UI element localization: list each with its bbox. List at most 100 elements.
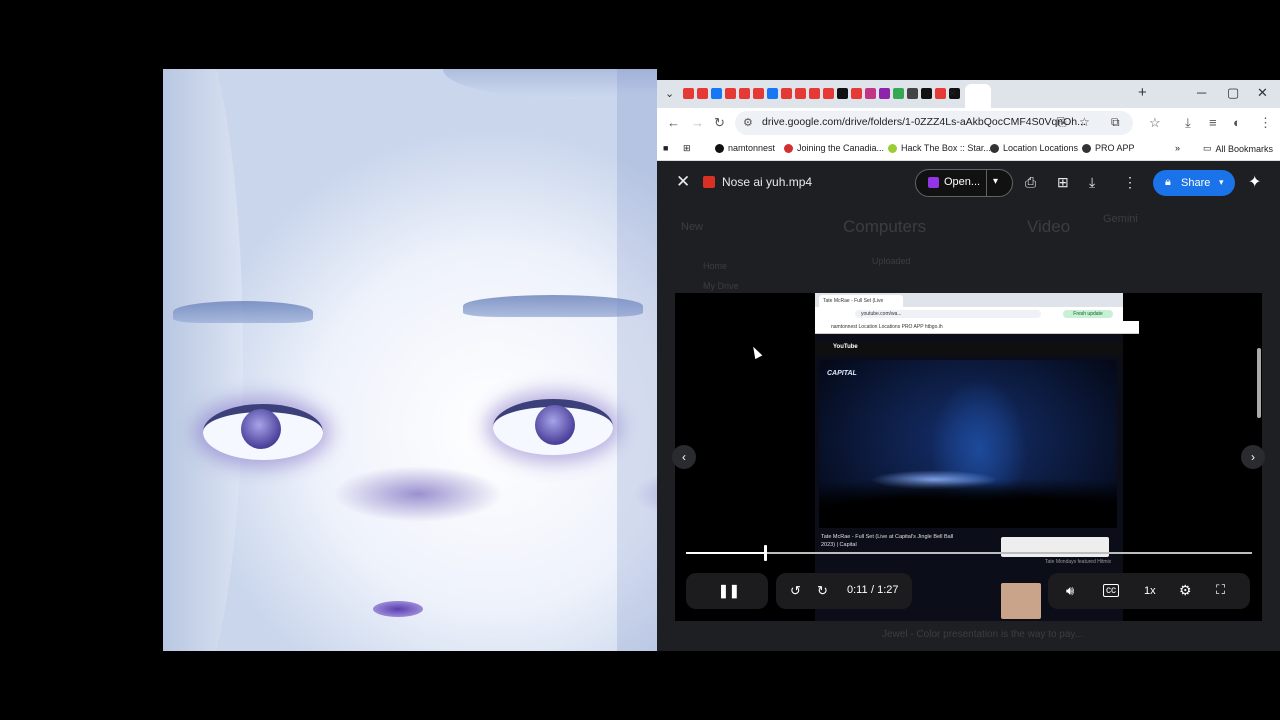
active-tab[interactable] xyxy=(965,84,991,108)
video-file-icon xyxy=(703,176,715,188)
more-options-icon[interactable]: ⋮ xyxy=(1123,174,1137,191)
portrait-iris-right xyxy=(535,405,575,445)
install-app-icon[interactable]: ⎘ xyxy=(1057,115,1067,130)
avatar[interactable]: ◐ xyxy=(1233,115,1241,130)
open-with-button[interactable]: Open... ▾ xyxy=(915,169,1013,197)
portrait-edge xyxy=(617,69,657,651)
gemini-sparkle-icon[interactable]: ✦ xyxy=(1248,172,1261,192)
add-comment-icon[interactable]: ⊞ xyxy=(1057,174,1069,191)
pinned-tab-favicon[interactable] xyxy=(795,88,806,99)
video-player[interactable]: Tate McRae - Full Set (Live youtube.com/… xyxy=(675,293,1262,621)
forward-icon[interactable]: → xyxy=(691,115,704,130)
app-icon xyxy=(928,177,939,188)
back-icon[interactable]: ← xyxy=(667,115,680,130)
nav-my-drive: My Drive xyxy=(703,281,739,291)
bookmarks-overflow-icon[interactable]: » xyxy=(1175,143,1180,153)
pinned-tab-favicon[interactable] xyxy=(809,88,820,99)
pinned-tab-favicon[interactable] xyxy=(907,88,918,99)
pinned-tab-favicon[interactable] xyxy=(683,88,694,99)
download-icon[interactable]: ⤓ xyxy=(1185,115,1191,131)
captions-icon[interactable]: cc xyxy=(1103,584,1119,597)
all-bookmarks-label: All Bookmarks xyxy=(1215,143,1274,154)
pinned-tab-favicon[interactable] xyxy=(893,88,904,99)
pinned-tab-favicon[interactable] xyxy=(697,88,708,99)
duration: / 1:27 xyxy=(871,584,899,596)
previous-arrow-icon[interactable]: ‹ xyxy=(672,445,696,469)
lock-icon: 🔒︎ xyxy=(1165,176,1171,188)
inner-video-title: Tate McRae - Full Set (Live at Capital's… xyxy=(821,534,954,548)
forward-10-icon[interactable]: ↻ xyxy=(817,583,828,599)
apps-grid-icon[interactable]: ⊞ xyxy=(683,143,691,154)
download-file-icon[interactable]: ⤓ xyxy=(1089,174,1095,191)
pinned-tab-favicon[interactable] xyxy=(851,88,862,99)
chevron-down-icon[interactable]: ▾ xyxy=(1219,177,1224,188)
bookmarks-star-icon[interactable]: ☆ xyxy=(1149,115,1161,131)
pinned-tab-favicon[interactable] xyxy=(725,88,736,99)
portrait-brow-right xyxy=(463,295,643,317)
site-info-icon[interactable]: ⚙ xyxy=(743,116,753,129)
pinned-tab-favicon[interactable] xyxy=(711,88,722,99)
all-bookmarks[interactable]: ▭ All Bookmarks xyxy=(1203,143,1273,154)
bookmark-item[interactable]: Hack The Box :: Star... xyxy=(888,143,991,153)
github-icon xyxy=(715,143,724,153)
breadcrumb-video: Video xyxy=(1027,217,1071,236)
bookmark-item[interactable]: Location Locations xyxy=(990,143,1078,153)
rewind-10-icon[interactable]: ↺ xyxy=(790,583,801,599)
breadcrumb-computers: Computers xyxy=(843,217,927,236)
pinned-tab-favicon[interactable] xyxy=(837,88,848,99)
pinned-tab-favicon[interactable] xyxy=(739,88,750,99)
portrait-hair-left xyxy=(163,69,243,651)
reload-icon[interactable]: ↻ xyxy=(714,115,725,131)
pinned-tab-favicon[interactable] xyxy=(767,88,778,99)
chevron-down-icon[interactable]: ▾ xyxy=(993,176,998,187)
bookmark-square-icon[interactable]: ■ xyxy=(663,143,668,153)
settings-gear-icon[interactable]: ⚙ xyxy=(1179,582,1192,599)
extensions-icon[interactable]: ⧉ xyxy=(1111,115,1120,130)
bookmark-label: PRO APP xyxy=(1095,143,1135,153)
pinned-tab-favicon[interactable] xyxy=(921,88,932,99)
bookmark-item[interactable]: PRO APP xyxy=(1082,143,1135,153)
inner-concert-stage: CAPITAL xyxy=(819,360,1117,528)
tab-close-icon[interactable]: × xyxy=(949,86,956,100)
address-bar[interactable]: ⚙ drive.google.com/drive/folders/1-0ZZZ4… xyxy=(735,111,1133,135)
next-arrow-icon[interactable]: › xyxy=(1241,445,1265,469)
pinned-tab-favicon[interactable] xyxy=(823,88,834,99)
new-tab-button[interactable]: + xyxy=(1138,84,1147,101)
close-preview-icon[interactable]: ✕ xyxy=(676,172,690,192)
minimize-button[interactable]: ─ xyxy=(1197,85,1206,100)
close-window-button[interactable]: ✕ xyxy=(1257,85,1268,101)
pinned-tab-favicon[interactable] xyxy=(879,88,890,99)
volume-icon[interactable]: 🔊︎ xyxy=(1066,583,1074,599)
seek-bar[interactable] xyxy=(686,545,1252,561)
reading-list-icon[interactable]: ≡ xyxy=(1209,115,1217,130)
bookmark-label: Joining the Canadia... xyxy=(797,143,885,153)
background-portrait-image xyxy=(163,69,657,651)
share-button[interactable]: 🔒︎ Share ▾ xyxy=(1153,170,1235,196)
bookmark-star-icon[interactable]: ☆ xyxy=(1079,115,1090,129)
maximize-button[interactable]: ▢ xyxy=(1227,85,1239,101)
inner-url: youtube.com/wa... xyxy=(855,310,1041,318)
tab-search-chevron-icon[interactable]: ⌄ xyxy=(665,87,674,100)
pinned-tab-favicon[interactable] xyxy=(865,88,876,99)
pinned-tab-favicon[interactable] xyxy=(753,88,764,99)
fullscreen-icon[interactable]: ⛶ xyxy=(1216,582,1225,598)
seek-handle[interactable] xyxy=(764,545,768,561)
htb-icon xyxy=(888,143,897,153)
seek-track xyxy=(686,552,1252,554)
inner-tab-strip: Tate McRae - Full Set (Live xyxy=(815,293,1123,307)
inner-bookmarks: namtonnest Location Locations PRO APP ht… xyxy=(815,321,1139,334)
current-time: 0:11 xyxy=(847,584,868,596)
open-with-label: Open... xyxy=(944,176,981,188)
bookmark-label: namtonnest xyxy=(728,143,776,153)
drive-footer-text: Jewel - Color presentation is the way to… xyxy=(882,629,1084,640)
move-folder-icon[interactable]: ⎙ xyxy=(1025,174,1036,191)
playback-speed[interactable]: 1x xyxy=(1144,585,1156,597)
pinned-tab-favicon[interactable] xyxy=(935,88,946,99)
menu-icon[interactable]: ⋮ xyxy=(1259,115,1272,131)
pause-icon[interactable]: ❚❚ xyxy=(718,583,740,599)
pinned-tab-favicon[interactable] xyxy=(781,88,792,99)
bookmark-item[interactable]: namtonnest xyxy=(715,143,775,153)
inner-list: Tate Mondays featured Hitmix xyxy=(1045,559,1112,565)
gemini-label: Gemini xyxy=(1103,213,1138,225)
bookmark-item[interactable]: Joining the Canadia... xyxy=(784,143,884,153)
